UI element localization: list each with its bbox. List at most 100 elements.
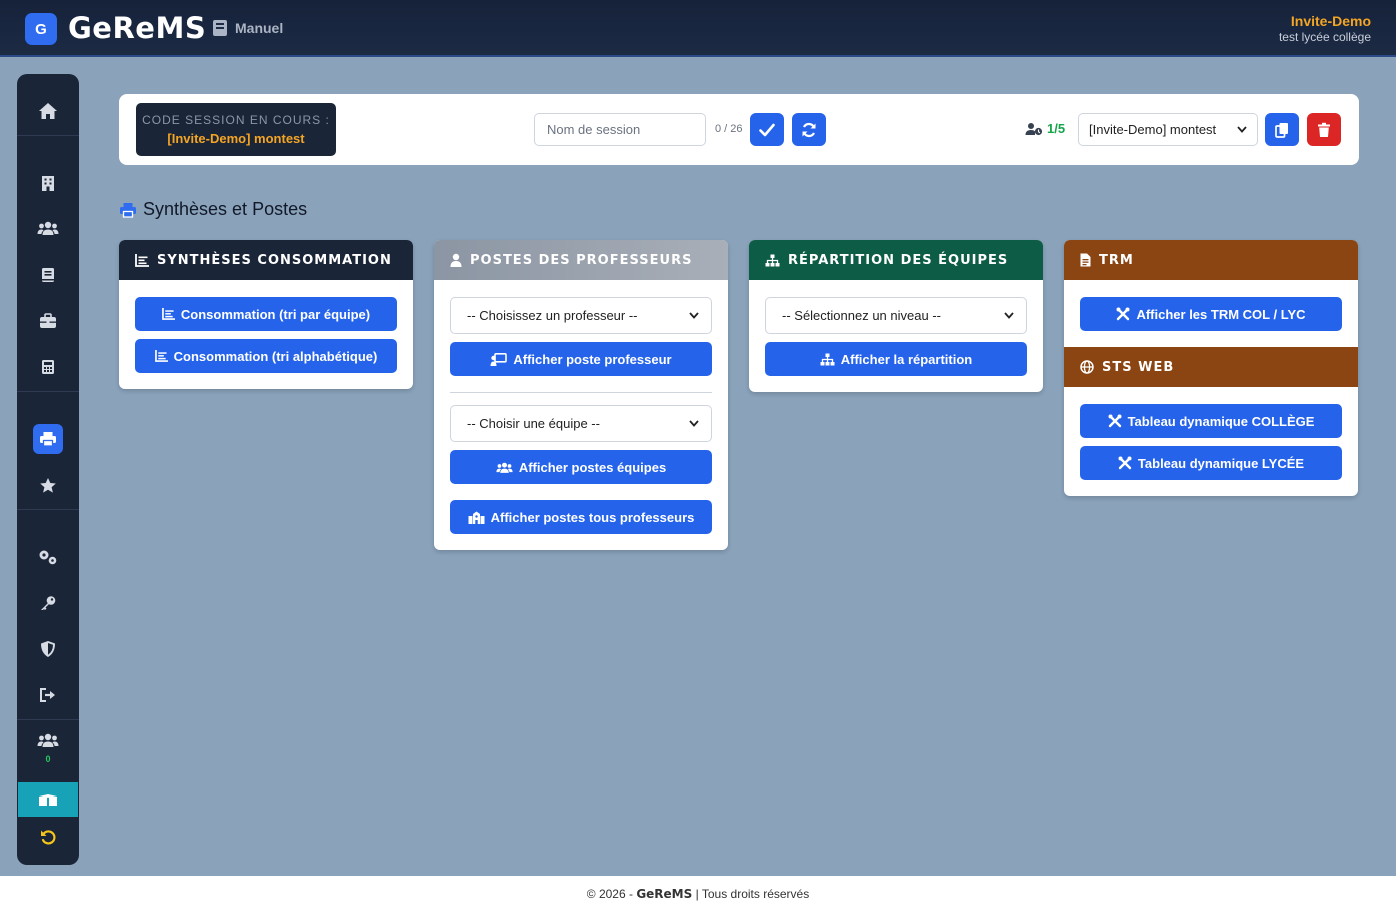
card-title: TRM <box>1099 252 1134 268</box>
refresh-icon <box>802 122 816 137</box>
page-title: Synthèses et Postes <box>119 199 307 220</box>
card-header: RÉPARTITION DES ÉQUIPES <box>749 240 1043 280</box>
session-code-label: CODE SESSION EN COURS : <box>142 113 330 127</box>
manual-label: Manuel <box>235 20 284 36</box>
button-label: Consommation (tri alphabétique) <box>173 348 378 364</box>
top-navbar: G GeReMS Manuel Invite-Demo test lycée c… <box>0 0 1396 57</box>
chart-icon <box>162 308 175 320</box>
sidebar-item-home[interactable] <box>17 92 79 130</box>
tableau-lycee-button[interactable]: Tableau dynamique LYCÉE <box>1080 446 1342 480</box>
copy-session-button[interactable] <box>1265 113 1299 146</box>
tableau-college-button[interactable]: Tableau dynamique COLLÈGE <box>1080 404 1342 438</box>
niveau-select[interactable]: -- Sélectionnez un niveau -- <box>765 297 1027 334</box>
afficher-trm-button[interactable]: Afficher les TRM COL / LYC <box>1080 297 1342 331</box>
shield-icon <box>41 641 55 657</box>
brand-name[interactable]: GeReMS <box>68 11 206 45</box>
tools-icon <box>1118 456 1132 470</box>
sidebar-item-key[interactable] <box>17 584 79 622</box>
chevron-down-icon <box>1004 312 1014 319</box>
sidebar-item-briefcase[interactable] <box>17 302 79 340</box>
sidebar-item-security[interactable] <box>17 630 79 668</box>
card-header-sts: STS WEB <box>1064 347 1358 387</box>
session-select[interactable]: [Invite-Demo] montest <box>1078 113 1258 146</box>
sidebar-item-users[interactable] <box>17 209 79 247</box>
users-icon <box>37 221 59 235</box>
validate-session-button[interactable] <box>750 113 784 146</box>
user-name[interactable]: Invite-Demo <box>1291 13 1371 29</box>
consommation-alpha-button[interactable]: Consommation (tri alphabétique) <box>135 339 397 373</box>
logo-letter: G <box>35 20 47 38</box>
key-icon <box>41 596 56 610</box>
afficher-poste-professeur-button[interactable]: Afficher poste professeur <box>450 342 712 376</box>
users-online-icon <box>37 733 59 747</box>
chevron-down-icon <box>1237 126 1247 133</box>
session-name-input[interactable] <box>534 113 706 146</box>
button-label: Afficher poste professeur <box>513 351 672 367</box>
file-icon <box>1080 253 1091 267</box>
card-header: SYNTHÈSES CONSOMMATION <box>119 240 413 280</box>
session-select-value: [Invite-Demo] montest <box>1089 122 1217 137</box>
professeur-select[interactable]: -- Choisissez un professeur -- <box>450 297 712 334</box>
box-icon <box>39 793 57 806</box>
sidebar-item-logout[interactable] <box>17 676 79 714</box>
app-logo[interactable]: G <box>25 13 57 45</box>
sidebar-item-settings[interactable] <box>17 538 79 576</box>
trash-icon <box>1318 122 1330 137</box>
print-icon <box>40 432 56 447</box>
user-clock-icon <box>1025 122 1043 135</box>
book-icon <box>213 20 227 36</box>
footer: © 2026 - GeReMS | Tous droits réservés <box>0 876 1396 912</box>
sitemap-icon <box>820 353 835 365</box>
button-label: Consommation (tri par équipe) <box>180 306 371 322</box>
equipe-select[interactable]: -- Choisir une équipe -- <box>450 405 712 442</box>
niveau-select-value: -- Sélectionnez un niveau -- <box>782 308 941 323</box>
chart-icon <box>135 253 149 267</box>
calculator-icon <box>42 360 54 374</box>
manual-link[interactable]: Manuel <box>212 19 283 37</box>
card-divider <box>450 392 712 393</box>
footer-brand: GeReMS <box>636 887 693 901</box>
afficher-postes-equipes-button[interactable]: Afficher postes équipes <box>450 450 712 484</box>
session-users-count-value: 1/5 <box>1047 121 1066 136</box>
sidebar-item-undo[interactable] <box>17 818 79 856</box>
professeur-select-value: -- Choisissez un professeur -- <box>467 308 638 323</box>
check-icon <box>759 123 775 136</box>
online-users-count: 0 <box>45 754 51 764</box>
afficher-postes-tous-button[interactable]: Afficher postes tous professeurs <box>450 500 712 534</box>
footer-prefix: © 2026 - <box>586 887 633 901</box>
sidebar-item-box[interactable] <box>18 782 78 817</box>
footer-suffix: | Tous droits réservés <box>695 887 810 901</box>
card-title: POSTES DES PROFESSEURS <box>470 252 693 268</box>
undo-icon <box>41 830 56 845</box>
sidebar-item-books[interactable] <box>17 256 79 294</box>
afficher-repartition-button[interactable]: Afficher la répartition <box>765 342 1027 376</box>
tools-icon <box>1116 307 1130 321</box>
chevron-down-icon <box>689 312 699 319</box>
refresh-session-button[interactable] <box>792 113 826 146</box>
cogs-icon <box>39 550 57 565</box>
card-title: SYNTHÈSES CONSOMMATION <box>157 252 392 268</box>
school-icon <box>468 511 485 524</box>
chevron-down-icon <box>689 420 699 427</box>
user-icon <box>450 253 462 267</box>
sidebar-item-calculator[interactable] <box>17 348 79 386</box>
card-title: STS WEB <box>1102 359 1175 375</box>
button-label: Afficher la répartition <box>840 351 973 367</box>
tools-icon <box>1108 414 1122 428</box>
user-establishment: test lycée collège <box>1278 30 1371 44</box>
sidebar-item-print[interactable] <box>17 420 79 458</box>
button-label: Afficher postes équipes <box>518 459 667 475</box>
card-syntheses-consommation: SYNTHÈSES CONSOMMATION Consommation (tri… <box>119 240 413 389</box>
globe-icon <box>1080 360 1094 374</box>
users-icon <box>496 462 513 473</box>
session-code-value: [Invite-Demo] montest <box>167 131 305 146</box>
copy-icon <box>1275 122 1288 138</box>
card-header: POSTES DES PROFESSEURS <box>434 240 728 280</box>
delete-session-button[interactable] <box>1307 113 1341 146</box>
sitemap-icon <box>765 254 780 266</box>
consommation-equipe-button[interactable]: Consommation (tri par équipe) <box>135 297 397 331</box>
chalkboard-teacher-icon <box>490 352 508 366</box>
sidebar-item-favorites[interactable] <box>17 466 79 504</box>
sidebar-item-establishment[interactable] <box>17 164 79 202</box>
briefcase-icon <box>40 313 56 328</box>
